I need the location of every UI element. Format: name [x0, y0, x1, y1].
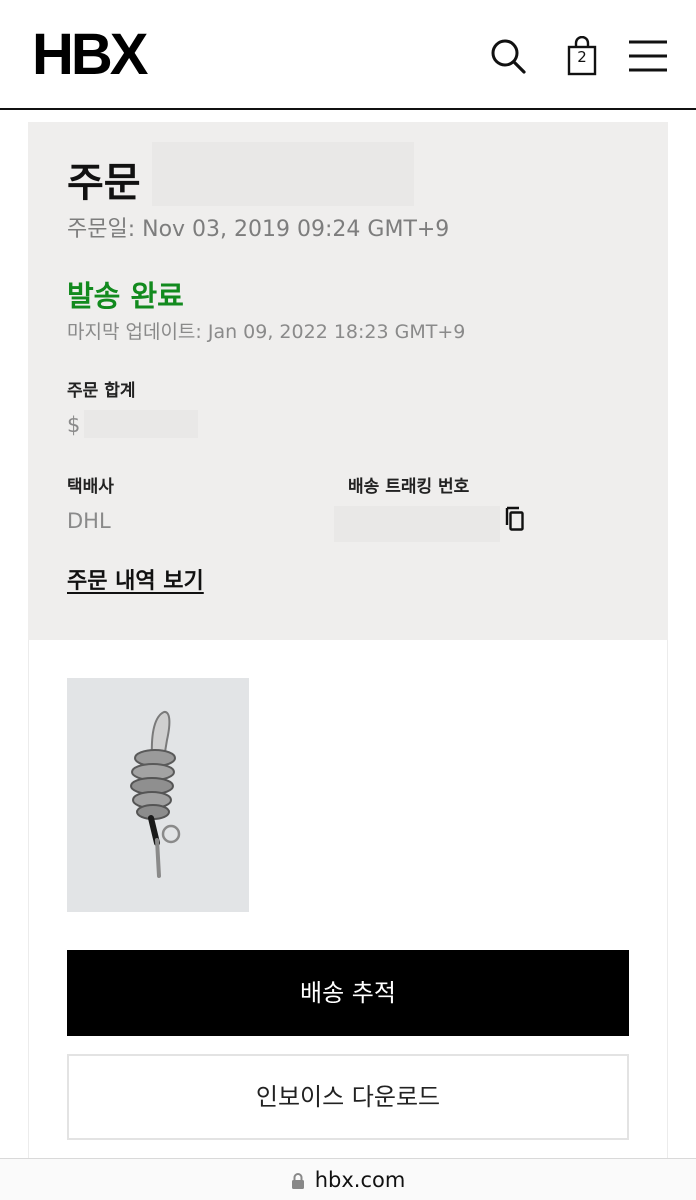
- order-status: 발송 완료: [67, 279, 184, 313]
- redacted-total-amount: [84, 410, 198, 438]
- carrier-value: DHL: [67, 509, 111, 533]
- download-invoice-button[interactable]: 인보이스 다운로드: [67, 1054, 629, 1140]
- search-button[interactable]: [486, 34, 530, 78]
- order-summary-card: 주문 주문일: Nov 03, 2019 09:24 GMT+9 발송 완료 마…: [28, 122, 668, 640]
- url-display: hbx.com: [0, 1167, 696, 1193]
- copy-tracking-button[interactable]: [502, 506, 528, 534]
- redacted-tracking-number: [334, 506, 500, 542]
- order-title: 주문: [67, 160, 141, 206]
- last-update-text: 마지막 업데이트: Jan 09, 2022 18:23 GMT+9: [67, 321, 466, 343]
- order-date: 주문일: Nov 03, 2019 09:24 GMT+9: [67, 217, 450, 242]
- order-total-value: $: [67, 413, 81, 437]
- url-text: hbx.com: [314, 1168, 406, 1192]
- copy-icon: [505, 506, 524, 531]
- shopping-bag-button[interactable]: 2: [560, 34, 604, 78]
- view-order-history-link[interactable]: 주문 내역 보기: [67, 568, 204, 596]
- search-icon: [491, 39, 526, 74]
- track-shipment-button[interactable]: 배송 추적: [67, 950, 629, 1036]
- tracking-number-label: 배송 트래킹 번호: [348, 477, 470, 497]
- redacted-order-number: [152, 142, 414, 206]
- menu-button[interactable]: [626, 34, 670, 78]
- hamburger-menu-icon: [629, 40, 667, 72]
- site-header: HBX 2: [0, 0, 696, 110]
- bag-count-badge: 2: [577, 48, 587, 66]
- browser-url-bar[interactable]: hbx.com: [0, 1158, 696, 1200]
- lock-icon: [291, 1173, 304, 1189]
- order-total-label: 주문 합계: [67, 381, 136, 401]
- keyring-product-image: [130, 711, 181, 878]
- hbx-logo[interactable]: HBX: [32, 26, 148, 84]
- carrier-label: 택배사: [67, 477, 114, 497]
- product-thumbnail[interactable]: [67, 678, 249, 912]
- order-items-section: 배송 추적 인보이스 다운로드: [28, 640, 668, 1160]
